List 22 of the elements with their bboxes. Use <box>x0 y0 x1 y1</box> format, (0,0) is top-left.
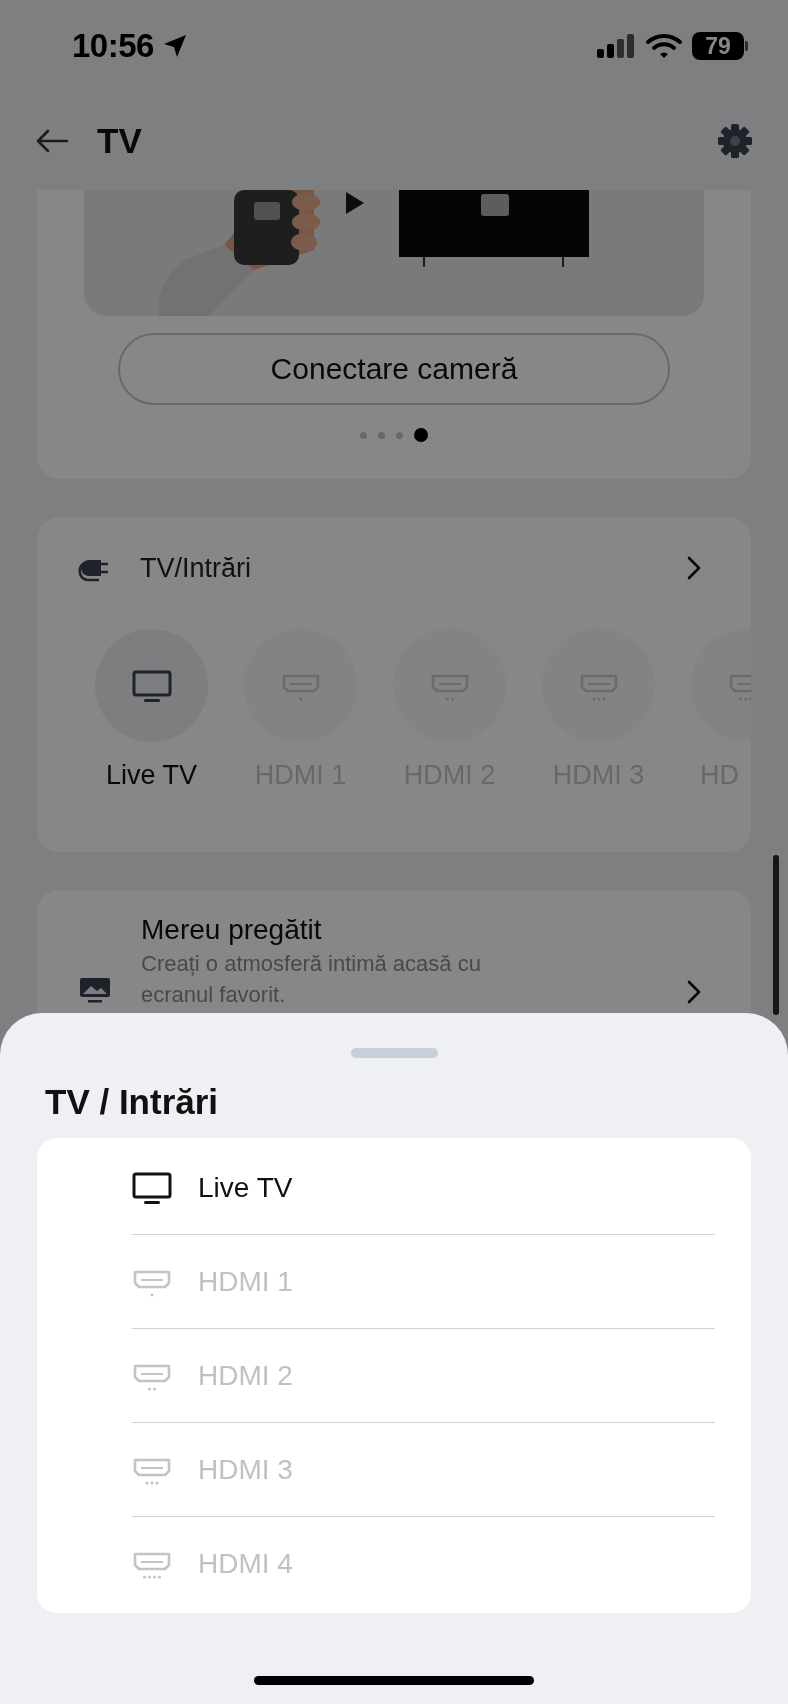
signal-icon <box>596 33 636 59</box>
drag-handle[interactable] <box>350 1048 438 1058</box>
card-description: Creați o atmosferă intimă acasă cu ecranul favorit. <box>141 950 482 1009</box>
tv-icon <box>132 1170 172 1205</box>
monitor-image-icon <box>79 976 111 1004</box>
page-title: TV <box>97 121 143 161</box>
sheet-title: TV / Intrări <box>45 1082 220 1122</box>
wifi-icon <box>646 33 682 59</box>
input-list-item[interactable]: Live TV <box>132 1141 715 1235</box>
battery-indicator: 79 <box>692 32 744 60</box>
tv-icon <box>131 668 172 703</box>
settings-icon[interactable] <box>717 123 753 159</box>
card-title: Mereu pregătit <box>141 914 323 946</box>
connect-camera-button[interactable]: Conectare cameră <box>118 333 670 405</box>
section-title[interactable]: TV/Intrări <box>140 552 683 584</box>
page-dot[interactable] <box>360 431 367 439</box>
status-time: 10:56 <box>72 27 154 65</box>
back-arrow-icon[interactable] <box>35 129 69 153</box>
page-dot[interactable] <box>378 431 385 439</box>
input-label: Live TV <box>105 760 197 791</box>
page-dot[interactable] <box>396 431 403 439</box>
page-dot[interactable] <box>414 428 428 442</box>
